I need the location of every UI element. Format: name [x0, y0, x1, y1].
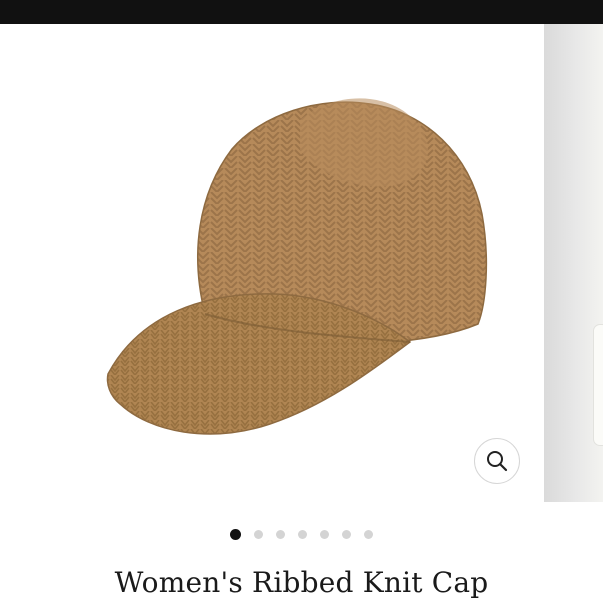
pagination-dot-3[interactable] — [276, 529, 285, 539]
next-slide-image-edge — [593, 324, 603, 446]
pagination-dot-5[interactable] — [320, 529, 329, 539]
gallery-pagination — [0, 528, 603, 540]
pagination-dot-2[interactable] — [254, 529, 263, 539]
pagination-dot-4[interactable] — [298, 529, 307, 539]
cap-brim — [106, 293, 412, 435]
product-image — [106, 98, 488, 435]
gallery-slide-current[interactable] — [0, 24, 543, 502]
status-bar — [0, 0, 603, 24]
pagination-dot-1[interactable] — [230, 528, 241, 540]
product-title: Women's Ribbed Knit Cap — [114, 566, 489, 599]
zoom-button[interactable] — [474, 438, 520, 484]
pagination-dot-7[interactable] — [364, 529, 373, 539]
pagination-dot-6[interactable] — [342, 529, 351, 539]
gallery-slide-next-peek[interactable] — [544, 24, 603, 502]
product-image-gallery[interactable] — [0, 24, 603, 502]
magnifier-icon — [487, 451, 508, 472]
